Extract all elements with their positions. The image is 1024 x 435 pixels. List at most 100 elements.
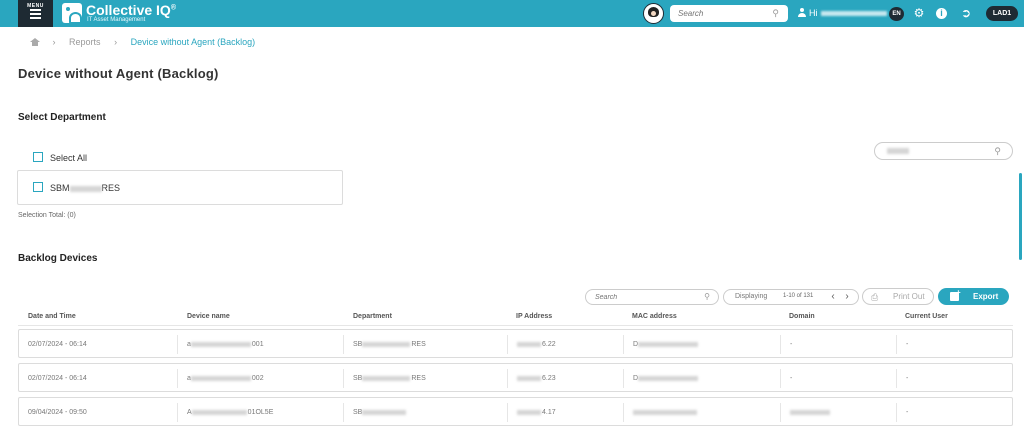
department-checkbox[interactable] — [33, 182, 43, 192]
redacted-text — [191, 409, 247, 415]
table-header: Date and Time Device name Department IP … — [18, 309, 1013, 326]
page-title: Device without Agent (Backlog) — [18, 66, 219, 81]
cell-domain: - — [780, 369, 896, 388]
cell-ip: 6.23 — [507, 369, 623, 388]
redacted-text — [362, 341, 411, 347]
table-search: ⚲ — [585, 289, 719, 305]
select-all-option[interactable]: Select All — [33, 152, 87, 163]
column-header[interactable]: Current User — [905, 313, 948, 320]
redacted-text — [190, 375, 251, 381]
search-icon[interactable]: ⚲ — [704, 292, 710, 301]
gear-icon[interactable]: ⚙ — [912, 6, 926, 20]
cell-user: - — [896, 369, 1012, 388]
dept-prefix: SB — [353, 341, 363, 348]
column-header[interactable]: Device name — [187, 313, 230, 320]
greeting-text: Hi — [809, 8, 818, 18]
hamburger-icon — [30, 9, 41, 21]
brand-mark: ® — [170, 4, 176, 12]
cell-device: a 002 — [177, 369, 343, 388]
cell-mac: D — [623, 335, 780, 354]
column-header[interactable]: Date and Time — [28, 313, 76, 320]
column-header[interactable]: MAC address — [632, 313, 677, 320]
section-title-backlog: Backlog Devices — [18, 253, 98, 264]
redacted-text — [517, 375, 541, 381]
dept-prefix: SB — [353, 409, 363, 416]
select-all-checkbox[interactable] — [33, 152, 43, 162]
department-search[interactable]: ⚲ — [874, 142, 1013, 160]
section-title-department: Select Department — [18, 112, 106, 123]
cell-department: SB — [343, 403, 507, 422]
cell-ip: 4.17 — [507, 403, 623, 422]
cell-date: 02/07/2024 - 06:14 — [28, 375, 87, 382]
redacted-text — [362, 375, 411, 381]
cell-domain: - — [780, 335, 896, 354]
ip-suffix: 6.22 — [542, 341, 556, 348]
cell-date: 09/04/2024 - 09:50 — [28, 409, 87, 416]
select-all-label: Select All — [50, 153, 88, 163]
table-row[interactable]: 02/07/2024 - 06:14 a 001 SB RES 6.22 D - - — [18, 329, 1013, 358]
avatar[interactable] — [643, 3, 664, 24]
table-row[interactable]: 09/04/2024 - 09:50 A 01OL5E SB 4.17 - — [18, 397, 1013, 426]
redacted-text — [638, 341, 699, 347]
print-button[interactable]: ⎙ Print Out — [862, 288, 934, 305]
export-button[interactable]: Export — [938, 288, 1009, 305]
global-search: ⚲ — [670, 5, 788, 22]
redacted-text — [633, 409, 697, 415]
cell-domain — [780, 403, 896, 422]
home-icon[interactable] — [30, 38, 40, 46]
department-option[interactable]: SBM RES — [33, 182, 120, 193]
global-search-input[interactable] — [678, 7, 768, 20]
redacted-text — [517, 341, 541, 347]
chevron-right-icon: › — [52, 37, 56, 47]
department-suffix: RES — [101, 183, 121, 193]
search-icon[interactable]: ⚲ — [772, 8, 779, 19]
cell-mac — [623, 403, 780, 422]
redacted-username — [820, 11, 887, 17]
ip-suffix: 6.23 — [542, 375, 556, 382]
dept-suffix: RES — [411, 341, 426, 348]
page-range: 1-10 of 131 — [783, 293, 814, 299]
column-header[interactable]: Domain — [789, 313, 815, 320]
redacted-text — [362, 409, 407, 415]
displaying-label: Displaying — [735, 293, 768, 300]
scrollbar[interactable] — [1019, 173, 1022, 260]
search-icon[interactable]: ⚲ — [994, 146, 1001, 157]
device-suffix: 001 — [251, 341, 264, 348]
redacted-text — [638, 375, 699, 381]
chevron-right-icon[interactable]: › — [841, 290, 853, 304]
redacted-search-value — [887, 148, 909, 154]
cell-ip: 6.22 — [507, 335, 623, 354]
chevron-left-icon[interactable]: ‹ — [827, 290, 839, 304]
info-icon[interactable]: i — [936, 8, 947, 19]
breadcrumb: › Reports › Device without Agent (Backlo… — [30, 37, 255, 47]
dept-prefix: SB — [353, 375, 363, 382]
breadcrumb-reports[interactable]: Reports — [69, 37, 101, 47]
cell-device: A 01OL5E — [177, 403, 343, 422]
cell-date: 02/07/2024 - 06:14 — [28, 341, 87, 348]
logout-icon[interactable]: ➲ — [959, 6, 973, 20]
menu-button[interactable]: MENU — [18, 0, 53, 27]
print-label: Print Out — [893, 292, 925, 301]
cell-department: SB RES — [343, 369, 507, 388]
user-badge[interactable]: LAD1 — [986, 6, 1018, 21]
export-label: Export — [973, 292, 999, 301]
language-switch[interactable]: EN — [889, 7, 904, 21]
cell-user: - — [896, 335, 1012, 354]
export-icon — [950, 288, 961, 301]
chevron-right-icon: › — [114, 37, 118, 47]
brand-subtitle: IT Asset Management — [87, 17, 146, 23]
cell-department: SB RES — [343, 335, 507, 354]
column-header[interactable]: Department — [353, 313, 392, 320]
user-greeting[interactable]: Hi — [798, 8, 887, 18]
table-row[interactable]: 02/07/2024 - 06:14 a 002 SB RES 6.23 D - - — [18, 363, 1013, 392]
table-search-input[interactable] — [595, 292, 695, 303]
dept-suffix: RES — [411, 375, 426, 382]
cell-mac: D — [623, 369, 780, 388]
redacted-text — [69, 185, 102, 192]
redacted-text — [517, 409, 541, 415]
column-header[interactable]: IP Address — [516, 313, 552, 320]
top-bar: MENU Collective IQ® IT Asset Management … — [0, 0, 1024, 27]
logo-icon — [62, 3, 82, 24]
redacted-text — [790, 409, 830, 415]
ip-suffix: 4.17 — [542, 409, 556, 416]
